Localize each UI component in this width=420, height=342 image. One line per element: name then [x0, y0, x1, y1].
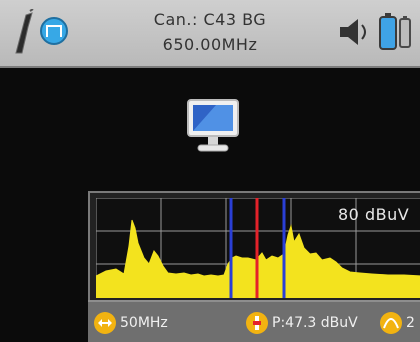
level-icon: [246, 312, 268, 334]
monitor-icon: [186, 98, 240, 156]
right-icon-group: [332, 9, 414, 55]
peak-icon: [380, 312, 402, 334]
span-readout[interactable]: 50MHz: [94, 312, 168, 334]
power-value: P:47.3 dBuV: [272, 315, 358, 331]
reference-level: 80 dBuV: [338, 205, 410, 224]
status-bar: Can.: C43 BG 650.00MHz: [0, 0, 420, 68]
span-value: 50MHz: [120, 315, 168, 331]
span-icon: [94, 312, 116, 334]
measurement-bar: 50MHz P:47.3 dBuV 2: [88, 300, 420, 342]
speaker-icon: [340, 19, 366, 45]
extra-value: 2: [406, 315, 415, 331]
power-readout[interactable]: P:47.3 dBuV: [246, 312, 358, 334]
extra-readout[interactable]: 2: [380, 312, 415, 334]
battery-icon: [379, 13, 411, 50]
